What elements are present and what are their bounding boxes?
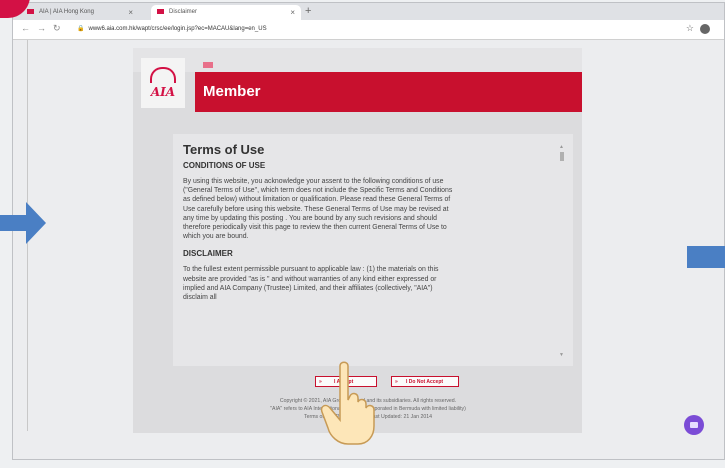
aia-favicon-icon <box>157 8 164 14</box>
tab-label: Disclaimer <box>169 9 198 15</box>
aia-logo: AIA <box>141 58 185 108</box>
terms-panel: Terms of Use CONDITIONS OF USE By using … <box>173 134 573 366</box>
url-text: www6.aia.com.hk/wapt/crsc/ee/login.jsp?e… <box>88 26 267 32</box>
conditions-text: By using this website, you acknowledge y… <box>183 178 453 241</box>
aia-favicon-icon <box>27 8 34 14</box>
reload-icon[interactable]: ↻ <box>53 23 61 34</box>
new-tab-button[interactable]: + <box>305 5 311 17</box>
i-do-not-accept-button[interactable]: » I Do Not Accept <box>391 376 459 387</box>
close-tab-icon[interactable]: × <box>290 5 295 20</box>
tab-label: AIA | AIA Hong Kong <box>39 9 94 15</box>
video-chat-icon[interactable] <box>684 415 704 435</box>
profile-avatar-icon[interactable] <box>700 24 710 34</box>
scroll-thumb[interactable] <box>560 152 564 161</box>
scroll-down-icon[interactable]: ▼ <box>559 352 564 358</box>
decline-label: I Do Not Accept <box>406 379 444 385</box>
blue-arrow-left-icon <box>687 246 725 268</box>
member-banner: Member <box>195 62 582 112</box>
forward-icon[interactable]: → <box>37 23 46 33</box>
url-field[interactable]: 🔒 www6.aia.com.hk/wapt/crsc/ee/login.jsp?… <box>77 25 267 32</box>
address-bar: ← → ↻ 🔒 www6.aia.com.hk/wapt/crsc/ee/logi… <box>13 20 724 40</box>
scrollbar[interactable]: ▲ ▼ <box>559 144 565 358</box>
tab-aia-hong-kong[interactable]: AIA | AIA Hong Kong × <box>21 5 139 20</box>
aia-swirl-icon <box>150 67 176 83</box>
banner-title: Member <box>203 83 261 100</box>
bookmark-star-icon[interactable]: ☆ <box>686 23 694 34</box>
conditions-heading: CONDITIONS OF USE <box>183 161 266 170</box>
blue-arrow-right-icon <box>0 202 46 244</box>
disclaimer-text: To the fullest extent permissible pursua… <box>183 266 439 302</box>
lock-icon: 🔒 <box>77 26 85 32</box>
terms-heading: Terms of Use <box>183 142 265 157</box>
close-tab-icon[interactable]: × <box>128 5 133 20</box>
language-tag <box>203 62 213 68</box>
chevron-right-icon: » <box>395 379 398 385</box>
pointing-hand-icon <box>320 361 375 445</box>
back-icon[interactable]: ← <box>21 23 30 33</box>
terms-scroll-area[interactable]: Terms of Use CONDITIONS OF USE By using … <box>183 136 553 364</box>
tab-disclaimer[interactable]: Disclaimer × <box>151 5 301 20</box>
disclaimer-heading: DISCLAIMER <box>183 249 233 259</box>
header-strip <box>133 48 582 72</box>
tab-bar: AIA | AIA Hong Kong × Disclaimer × + <box>13 3 724 20</box>
scroll-up-icon[interactable]: ▲ <box>559 144 564 150</box>
